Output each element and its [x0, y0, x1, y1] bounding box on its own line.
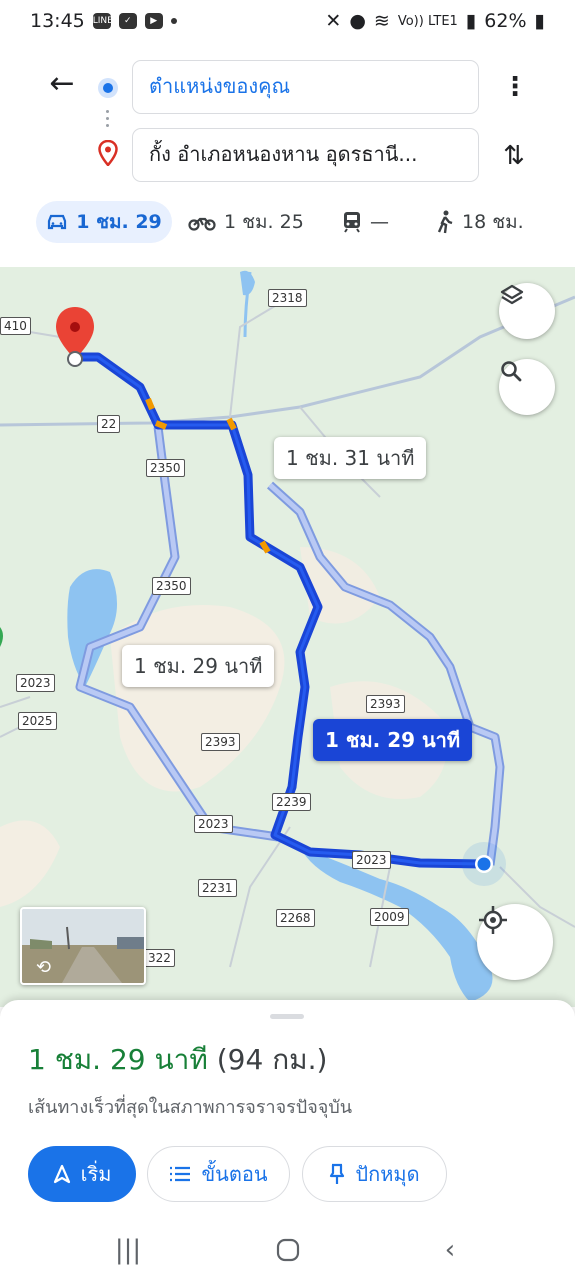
list-icon [170, 1166, 191, 1182]
route-description: เส้นทางเร็วที่สุดในสภาพการจราจรปัจจุบัน [28, 1097, 353, 1118]
route-duration: 1 ชม. 29 นาที [28, 1043, 208, 1076]
wifi-icon: ≋ [373, 10, 390, 32]
search-icon [501, 361, 522, 382]
road-sign: 410 [0, 317, 31, 335]
home-button-shape [276, 1238, 300, 1262]
route-summary: 1 ชม. 29 นาที (94 กม.) [28, 1038, 327, 1082]
road-sign: 2268 [276, 909, 315, 927]
start-navigation-button[interactable]: เริ่ม [28, 1146, 136, 1202]
road-sign: 2393 [366, 695, 405, 713]
mode-walking-label: 18 ชม. [462, 211, 524, 233]
mode-walking[interactable]: 18 ชม. [436, 201, 524, 243]
road-sign: 2023 [16, 674, 55, 692]
status-bar: 13:45 LINE ✓ ▶ ✕ ● ≋ Vo)) LTE1 ▮ 62% ▮ [0, 0, 575, 42]
line-app-icon: LINE [92, 13, 113, 29]
back-arrow-icon[interactable]: ← [46, 68, 78, 100]
steps-label: ขั้นตอน [201, 1162, 268, 1186]
map-view[interactable]: 2318 410 22 2350 2350 2023 2025 2393 239… [0, 267, 575, 1007]
travel-mode-bar: 1 ชม. 29 1 ชม. 25 — 18 ชม. [0, 197, 575, 247]
directions-panel: ← ตำแหน่งของคุณ กั้ง อำเภอหนองหาน อุดรธา… [0, 42, 575, 267]
destination-input[interactable]: กั้ง อำเภอหนองหาน อุดรธานี... [132, 128, 479, 182]
road-sign: 2231 [198, 879, 237, 897]
my-location-button[interactable] [477, 904, 553, 980]
road-sign: 322 [144, 949, 175, 967]
pin-icon [330, 1163, 345, 1184]
transit-icon [344, 212, 360, 233]
route-summary-sheet[interactable]: 1 ชม. 29 นาที (94 กม.) เส้นทางเร็วที่สุด… [0, 1000, 575, 1280]
mode-driving-label: 1 ชม. 29 [76, 211, 162, 233]
road-sign: 2025 [18, 712, 57, 730]
route-connector-dots [106, 110, 110, 131]
street-view-thumbnail[interactable]: ⟲ [20, 907, 146, 985]
map-drawing [0, 270, 575, 1002]
home-icon[interactable] [258, 1225, 318, 1275]
mode-driving[interactable]: 1 ชม. 29 [36, 201, 172, 243]
pin-trip-button[interactable]: ปักหมุด [302, 1146, 447, 1202]
road-sign: 2318 [268, 289, 307, 307]
checkbox-notification-icon: ✓ [118, 13, 137, 29]
selected-route-time-callout[interactable]: 1 ชม. 29 นาที [313, 719, 473, 761]
steps-button[interactable]: ขั้นตอน [147, 1146, 290, 1202]
system-nav-bar: ||| ‹ [0, 1225, 575, 1280]
more-options-icon[interactable]: ⋮ [500, 72, 530, 102]
layers-button[interactable] [499, 283, 555, 339]
recent-apps-icon[interactable]: ||| [98, 1225, 158, 1275]
walk-icon [437, 210, 453, 234]
mute-icon: ✕ [325, 10, 342, 32]
start-label: เริ่ม [80, 1162, 112, 1186]
signal-icon: ▮ [465, 10, 477, 32]
road-sign: 2023 [352, 851, 391, 869]
more-notifications-icon [170, 18, 177, 24]
mode-motorcycle-label: 1 ชม. 25 [224, 211, 304, 233]
route-distance: (94 กม.) [216, 1043, 328, 1076]
origin-input[interactable]: ตำแหน่งของคุณ [132, 60, 479, 114]
road-sign: 22 [97, 415, 121, 433]
back-nav-icon[interactable]: ‹ [420, 1225, 480, 1275]
status-time: 13:45 [30, 10, 85, 32]
layers-icon [500, 284, 524, 305]
location-icon: ● [349, 10, 366, 32]
road-sign: 2350 [152, 577, 191, 595]
mode-transit-label: — [370, 211, 389, 233]
alt-route-1-time-callout[interactable]: 1 ชม. 31 นาที [274, 437, 427, 479]
mode-transit[interactable]: — [342, 201, 389, 243]
network-label: Vo)) LTE1 [397, 13, 458, 29]
battery-percent: 62% [484, 10, 527, 32]
app-notification-icon: ▶ [144, 13, 163, 29]
origin-dot-icon [98, 78, 118, 98]
pin-label: ปักหมุด [355, 1162, 420, 1186]
road-sign: 2239 [272, 793, 311, 811]
crosshair-icon [479, 906, 507, 934]
car-icon [48, 214, 67, 230]
alt-route-2-time-callout[interactable]: 1 ชม. 29 นาที [122, 645, 275, 687]
street-view-360-icon: ⟲ [36, 957, 52, 978]
mode-motorcycle[interactable]: 1 ชม. 25 [188, 201, 304, 243]
sheet-drag-handle[interactable] [270, 1014, 304, 1019]
road-sign: 2009 [370, 908, 409, 926]
road-sign: 2393 [201, 733, 240, 751]
search-along-route-button[interactable] [499, 359, 555, 415]
motorcycle-icon [188, 217, 216, 231]
road-sign: 2023 [194, 815, 233, 833]
navigation-arrow-icon [53, 1164, 70, 1184]
destination-pin-icon [98, 140, 118, 166]
swap-origin-destination-icon[interactable]: ⇅ [496, 138, 532, 174]
road-sign: 2350 [146, 459, 185, 477]
battery-icon: ▮ [534, 10, 545, 32]
